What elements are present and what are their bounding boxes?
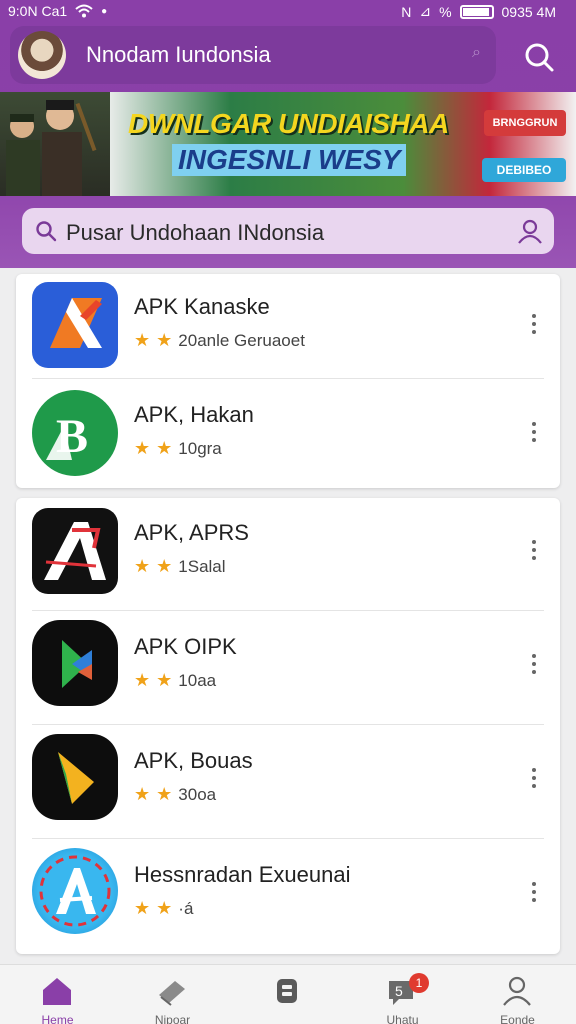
list-item[interactable]: Hessnradan Exueunai ★ ★ ·á <box>16 842 560 946</box>
app-rating: ★ ★ ·á <box>134 898 193 919</box>
more-options-icon[interactable] <box>528 312 540 336</box>
nav-label: Nipoar <box>154 1013 191 1024</box>
star-icon: ★ <box>134 556 151 576</box>
black-green-app-icon <box>32 620 118 706</box>
signal-icon: ⊿ <box>419 3 432 19</box>
black-yellow-app-icon <box>32 734 118 820</box>
app-name: APK, Bouas <box>134 748 253 773</box>
more-options-icon[interactable] <box>528 420 540 444</box>
svg-text:5: 5 <box>395 983 403 999</box>
bottom-navigation: Heme Nipoar 5 1 Uhatu Eonde <box>0 964 576 1024</box>
black-a-app-icon <box>32 508 118 594</box>
app-rating: ★ ★ 1Salal <box>134 556 226 577</box>
square-icon <box>277 979 297 1003</box>
banner-subheadline: INGESNLI WESY <box>172 144 407 176</box>
app-rating: ★ ★ 20anle Geruaoet <box>134 330 305 351</box>
search-input[interactable]: Pusar Undohaan INdonsia <box>22 208 554 254</box>
list-item[interactable]: APK, APRS ★ ★ 1Salal <box>16 498 560 602</box>
divider <box>32 378 544 379</box>
star-icon: ★ <box>156 784 173 804</box>
app-meta: 30oa <box>178 784 217 804</box>
app-meta: 10gra <box>178 438 222 458</box>
app-list-card: APK, APRS ★ ★ 1Salal APK OIPK ★ ★ 10aa A… <box>16 498 560 954</box>
app-rating: ★ ★ 30oa <box>134 784 216 805</box>
app-name: Hessnradan Exueunai <box>134 862 351 887</box>
app-name: APK, APRS <box>134 520 249 545</box>
banner-button[interactable]: DEBIBEO <box>482 158 566 182</box>
app-bar: Nnodam Iundonsia ⌕ <box>10 26 496 84</box>
notification-dot-icon: ● <box>101 5 108 17</box>
app-meta: ·á <box>178 898 194 918</box>
app-name: APK, Hakan <box>134 402 254 427</box>
star-icon: ★ <box>156 898 173 918</box>
more-options-icon[interactable] <box>528 652 540 676</box>
star-icon: ★ <box>134 670 151 690</box>
star-icon: ★ <box>156 438 173 458</box>
list-item[interactable]: B APK, Hakan ★ ★ 10gra <box>16 382 560 486</box>
search-icon <box>36 221 57 242</box>
star-icon: ★ <box>156 556 173 576</box>
wifi-icon <box>75 4 93 18</box>
green-b-app-icon: B <box>32 390 118 476</box>
star-icon: ★ <box>156 670 173 690</box>
carrier-text: 9:0N Ca1 <box>8 3 68 19</box>
star-icon: ★ <box>156 330 173 350</box>
header-area: 9:0N Ca1 ● N ⊿ % 0935 4M Nnodam Iundonsi… <box>0 0 576 268</box>
more-options-icon[interactable] <box>528 880 540 904</box>
nav-profile[interactable]: Eonde <box>460 965 575 1024</box>
divider <box>32 724 544 725</box>
app-list-card: APK Kanaske ★ ★ 20anle Geruaoet B APK, H… <box>16 274 560 488</box>
user-icon[interactable] <box>516 217 544 245</box>
home-icon <box>43 978 71 1005</box>
status-bar: 9:0N Ca1 ● N ⊿ % 0935 4M <box>0 0 576 24</box>
app-rating: ★ ★ 10gra <box>134 438 222 459</box>
nav-library[interactable]: Nipoar <box>115 965 230 1024</box>
banner-people-image <box>0 92 110 196</box>
app-meta: 10aa <box>178 670 217 690</box>
list-item[interactable]: APK OIPK ★ ★ 10aa <box>16 614 560 718</box>
star-icon: ★ <box>134 784 151 804</box>
nav-home[interactable]: Heme <box>0 965 115 1024</box>
nfc-icon: N <box>401 3 412 20</box>
promo-banner[interactable]: DWNLGAR UNDIAISHAA INGESNLI WESY BRNGGRU… <box>0 92 576 196</box>
nav-center[interactable] <box>230 965 345 1024</box>
nav-label: Uhatu <box>386 1013 419 1024</box>
notification-badge: 1 <box>409 973 429 993</box>
nav-label: Eonde <box>500 1013 535 1024</box>
book-icon <box>159 981 185 1006</box>
divider <box>32 838 544 839</box>
star-icon: ★ <box>134 898 151 918</box>
app-rating: ★ ★ 10aa <box>134 670 216 691</box>
page-title: Nnodam Iundonsia <box>86 42 271 67</box>
divider <box>32 610 544 611</box>
app-meta: 1Salal <box>178 556 226 576</box>
banner-badge: BRNGGRUN <box>484 110 566 136</box>
orange-blue-app-icon <box>32 282 118 368</box>
star-icon: ★ <box>134 438 151 458</box>
list-item[interactable]: APK Kanaske ★ ★ 20anle Geruaoet <box>16 274 560 378</box>
clock: 0935 4M <box>501 3 556 20</box>
blue-a-app-icon <box>32 848 118 934</box>
avatar[interactable] <box>18 31 66 79</box>
banner-headline: DWNLGAR UNDIAISHAA <box>128 108 449 139</box>
app-meta: 20anle Geruaoet <box>178 330 305 350</box>
nav-label: Heme <box>41 1013 74 1024</box>
battery-percent: % <box>439 3 452 20</box>
more-options-icon[interactable] <box>528 766 540 790</box>
battery-icon <box>459 4 494 19</box>
list-item[interactable]: APK, Bouas ★ ★ 30oa <box>16 728 560 832</box>
search-icon[interactable] <box>518 36 562 80</box>
star-icon: ★ <box>134 330 151 350</box>
profile-icon <box>503 976 531 1006</box>
nav-chat[interactable]: 5 1 Uhatu <box>345 965 460 1024</box>
app-name: APK OIPK <box>134 634 237 659</box>
more-options-icon[interactable] <box>528 538 540 562</box>
app-name: APK Kanaske <box>134 294 270 319</box>
search-placeholder: Pusar Undohaan INdonsia <box>66 220 325 245</box>
faint-search-icon: ⌕ <box>472 44 481 61</box>
